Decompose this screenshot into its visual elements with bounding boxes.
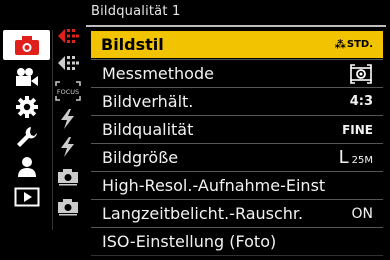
video-camera-icon bbox=[16, 68, 38, 86]
category-photo[interactable] bbox=[3, 30, 50, 60]
category-playback[interactable] bbox=[7, 183, 47, 211]
row-divider bbox=[91, 87, 383, 88]
menu-item-label: Bildverhält. bbox=[102, 92, 194, 111]
subtab-focus[interactable]: FOCUS bbox=[54, 80, 82, 102]
row-divider bbox=[91, 143, 383, 144]
row-divider bbox=[91, 171, 383, 172]
menu-item-langzeitbelichtung[interactable]: Langzeitbelicht.-Rauschr. ON bbox=[91, 200, 383, 227]
gear-icon bbox=[16, 96, 38, 118]
category-custom[interactable] bbox=[7, 123, 47, 151]
flash-icon bbox=[61, 109, 74, 129]
category-sidebar bbox=[0, 30, 50, 230]
row-divider bbox=[91, 199, 383, 200]
title-divider bbox=[86, 25, 386, 27]
photo-style-value: ⁂ STD. bbox=[334, 38, 373, 51]
menu-item-label: Bildstil bbox=[101, 35, 164, 54]
image-size-value: L 25M bbox=[338, 147, 373, 168]
subtab-column: FOCUS bbox=[54, 25, 82, 230]
menu-item-messmethode[interactable]: Messmethode bbox=[91, 60, 383, 87]
image-quality-icon bbox=[58, 56, 79, 70]
subtab-image-quality-1[interactable] bbox=[54, 25, 82, 47]
menu-item-label: High-Resol.-Aufnahme-Einst bbox=[102, 176, 326, 195]
focus-icon: FOCUS bbox=[55, 81, 81, 101]
menu-item-label: Bildqualität bbox=[102, 120, 194, 139]
page-title: Bildqualität 1 bbox=[91, 4, 181, 19]
menu-item-bildgroesse[interactable]: Bildgröße L 25M bbox=[91, 144, 383, 171]
menu-item-value: FINE bbox=[342, 122, 373, 137]
camera-icon bbox=[14, 36, 39, 55]
menu-item-value: 4:3 bbox=[349, 94, 373, 109]
playback-icon bbox=[14, 187, 40, 207]
category-video[interactable] bbox=[7, 63, 47, 91]
menu-item-label: Bildgröße bbox=[102, 148, 179, 167]
camera-small-icon bbox=[58, 169, 78, 186]
subtab-flash-2[interactable] bbox=[54, 136, 82, 158]
row-divider bbox=[91, 255, 383, 256]
row-divider bbox=[91, 227, 383, 228]
menu-item-high-resol[interactable]: High-Resol.-Aufnahme-Einst bbox=[91, 172, 383, 199]
menu-item-bildstil[interactable]: Bildstil ⁂ STD. bbox=[91, 31, 383, 58]
menu-item-bildqualitaet[interactable]: Bildqualität FINE bbox=[91, 116, 383, 143]
menu-item-bildverhaeltnis[interactable]: Bildverhält. 4:3 bbox=[91, 88, 383, 115]
category-my-menu[interactable] bbox=[7, 153, 47, 181]
row-divider bbox=[91, 59, 383, 60]
menu-item-iso-einstellung[interactable]: ISO-Einstellung (Foto) bbox=[91, 228, 383, 255]
row-divider bbox=[91, 115, 383, 116]
subtab-image-quality-2[interactable] bbox=[54, 52, 82, 74]
camera-small-icon bbox=[58, 199, 78, 216]
photo-style-icon: ⁂ bbox=[334, 38, 346, 51]
subtab-camera-2[interactable] bbox=[54, 195, 82, 217]
sidebar-divider bbox=[52, 30, 53, 230]
subtab-flash-1[interactable] bbox=[54, 108, 82, 130]
menu-item-label: Langzeitbelicht.-Rauschr. bbox=[102, 204, 304, 223]
focus-label: FOCUS bbox=[57, 88, 79, 96]
metering-mode-icon bbox=[349, 63, 383, 84]
menu-item-label: ISO-Einstellung (Foto) bbox=[102, 232, 277, 251]
person-icon bbox=[18, 157, 36, 177]
image-quality-icon bbox=[58, 29, 79, 43]
menu-item-label: Messmethode bbox=[102, 64, 214, 83]
menu-item-value: ON bbox=[351, 205, 374, 222]
subtab-camera-1[interactable] bbox=[54, 165, 82, 187]
category-setup[interactable] bbox=[7, 93, 47, 121]
wrench-icon bbox=[17, 127, 37, 147]
flash-icon bbox=[61, 137, 74, 157]
